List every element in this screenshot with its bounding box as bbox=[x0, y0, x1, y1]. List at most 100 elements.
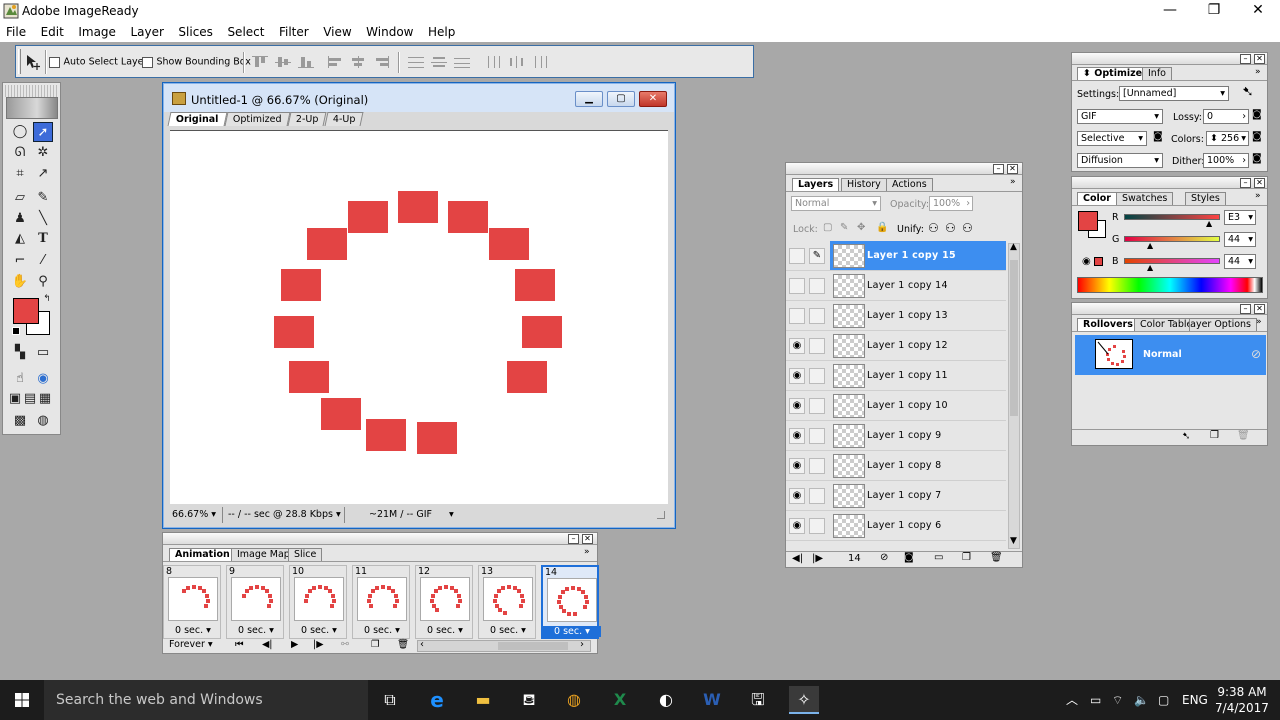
link-toggle[interactable] bbox=[809, 278, 825, 294]
tween-icon[interactable]: ⚯ bbox=[341, 639, 349, 650]
animation-frame[interactable]: 14 0 sec. ▾ bbox=[541, 565, 601, 639]
link-toggle[interactable] bbox=[809, 518, 825, 534]
previous-frame-icon[interactable]: ◀| bbox=[262, 639, 273, 650]
red-value-field[interactable]: E3 ▾ bbox=[1224, 210, 1256, 225]
eraser-tool-icon[interactable]: ▱ bbox=[10, 188, 30, 208]
eye-icon[interactable]: ◉ bbox=[789, 398, 805, 414]
recorder-app-icon[interactable]: ◐ bbox=[651, 686, 681, 714]
menu-select[interactable]: Select bbox=[221, 22, 269, 40]
layers-scroll-thumb[interactable] bbox=[1010, 260, 1018, 416]
colors-optimize-icon[interactable]: ◙ bbox=[1252, 131, 1262, 142]
eye-icon[interactable]: ◉ bbox=[789, 338, 805, 354]
menu-view[interactable]: View bbox=[317, 22, 356, 40]
volume-icon[interactable]: 🔈 bbox=[1134, 680, 1149, 720]
visibility-toggle[interactable] bbox=[789, 248, 805, 264]
link-toggle[interactable] bbox=[809, 428, 825, 444]
color-menu-icon[interactable]: » bbox=[1255, 191, 1261, 201]
link-toggle[interactable] bbox=[809, 398, 825, 414]
download-time-field[interactable]: -- / -- sec @ 28.8 Kbps ▾ bbox=[225, 507, 345, 523]
animation-frame[interactable]: 10 0 sec. ▾ bbox=[289, 565, 347, 639]
lock-position-icon[interactable]: ✥ bbox=[857, 222, 865, 233]
rollovers-close-button[interactable]: ✕ bbox=[1254, 304, 1265, 314]
layers-scrollbar[interactable]: ▲ ▼ bbox=[1008, 242, 1020, 549]
rollover-preview-icon[interactable]: ☝ bbox=[10, 369, 30, 389]
chrome-icon[interactable]: ◍ bbox=[559, 686, 589, 714]
tab-rollovers[interactable]: Rollovers bbox=[1077, 318, 1139, 331]
word-icon[interactable]: W bbox=[697, 686, 727, 714]
rollover-state-normal[interactable]: Normal ⊘ bbox=[1075, 335, 1266, 375]
tab-styles[interactable]: Styles bbox=[1185, 192, 1226, 205]
excel-icon[interactable]: X bbox=[605, 686, 635, 714]
paint-bucket-tool-icon[interactable]: ◭ bbox=[10, 229, 30, 249]
align-vertical-centers-icon[interactable] bbox=[275, 56, 291, 68]
unify-visibility-icon[interactable]: ⚇ bbox=[945, 221, 956, 235]
eyedropper-tool-icon[interactable]: ⁄ bbox=[33, 251, 53, 271]
windows-start-icon[interactable] bbox=[0, 680, 44, 720]
optimize-palette-title-bar[interactable]: – ✕ bbox=[1072, 53, 1267, 65]
image-canvas[interactable] bbox=[170, 130, 668, 504]
crop-tool-icon[interactable]: ⌐ bbox=[10, 251, 30, 271]
marquee-tool-icon[interactable]: ◯ bbox=[10, 122, 30, 142]
tab-slice[interactable]: Slice bbox=[288, 548, 323, 561]
imageready-taskbar-icon[interactable]: ✧ bbox=[789, 686, 819, 714]
menu-window[interactable]: Window bbox=[360, 22, 418, 40]
distribute-right-edges-icon[interactable] bbox=[532, 56, 548, 68]
notification-icon[interactable]: ▢ bbox=[1158, 680, 1169, 720]
eye-icon[interactable]: ◉ bbox=[789, 458, 805, 474]
layer-row[interactable]: ✎ Layer 1 copy 15 bbox=[786, 241, 1006, 271]
distribute-horizontal-centers-icon[interactable] bbox=[509, 56, 525, 68]
link-toggle[interactable] bbox=[809, 488, 825, 504]
optimize-menu-arrow-icon[interactable]: ➷ bbox=[1242, 84, 1254, 100]
loop-option[interactable]: Forever ▾ bbox=[169, 639, 213, 650]
tab-color[interactable]: Color bbox=[1077, 192, 1117, 205]
layer-effects-icon[interactable]: ⊘ bbox=[880, 552, 888, 563]
rollovers-minimize-button[interactable]: – bbox=[1240, 304, 1251, 314]
animation-frame[interactable]: 11 0 sec. ▾ bbox=[352, 565, 410, 639]
edge-browser-icon[interactable]: e bbox=[422, 686, 452, 714]
duplicate-frame-icon[interactable]: ❐ bbox=[371, 639, 380, 650]
next-frame-icon[interactable]: |▶ bbox=[313, 639, 324, 650]
layer-row[interactable]: Layer 1 copy 14 bbox=[786, 271, 1006, 301]
align-horizontal-centers-icon[interactable] bbox=[351, 56, 367, 68]
green-value-field[interactable]: 44 ▾ bbox=[1224, 232, 1256, 247]
menu-layer[interactable]: Layer bbox=[124, 22, 168, 40]
frame-scrollbar[interactable]: ‹ › bbox=[417, 639, 591, 652]
optimize-close-button[interactable]: ✕ bbox=[1254, 54, 1265, 64]
tab-history[interactable]: History bbox=[841, 178, 887, 191]
full-screen-mode-icon[interactable]: ▦ bbox=[38, 389, 52, 409]
next-frame-icon[interactable]: |▶ bbox=[812, 553, 823, 564]
animation-frame[interactable]: 8 0 sec. ▾ bbox=[163, 565, 221, 639]
wifi-icon[interactable]: ⌔ bbox=[1112, 680, 1123, 720]
animation-minimize-button[interactable]: – bbox=[568, 534, 579, 544]
tab-4-up[interactable]: 4-Up bbox=[324, 112, 365, 126]
layer-row[interactable]: ◉ Layer 1 copy 12 bbox=[786, 331, 1006, 361]
frame-delay[interactable]: 0 sec. ▾ bbox=[164, 625, 222, 636]
file-explorer-icon[interactable]: ▬ bbox=[468, 686, 498, 714]
new-state-icon[interactable]: ❐ bbox=[1210, 430, 1219, 441]
tab-swatches[interactable]: Swatches bbox=[1116, 192, 1174, 205]
color-palette-title-bar[interactable]: – ✕ bbox=[1072, 177, 1267, 189]
lossy-field[interactable]: 0 › bbox=[1203, 109, 1249, 124]
slice-select-tool-icon[interactable]: ↗ bbox=[33, 164, 53, 184]
optimize-minimize-button[interactable]: – bbox=[1240, 54, 1251, 64]
align-right-edges-icon[interactable] bbox=[374, 56, 390, 68]
auto-select-layer-option[interactable]: Auto Select Layer bbox=[49, 55, 147, 68]
animation-frame[interactable]: 12 0 sec. ▾ bbox=[415, 565, 473, 639]
previous-frame-icon[interactable]: ◀| bbox=[792, 553, 803, 564]
blue-slider-thumb[interactable]: ▲ bbox=[1147, 264, 1153, 272]
red-slider[interactable]: ▲ bbox=[1124, 214, 1220, 228]
show-hidden-icons[interactable]: ︿ bbox=[1066, 680, 1078, 720]
optimize-menu-icon[interactable]: » bbox=[1255, 67, 1261, 77]
frame-delay[interactable]: 0 sec. ▾ bbox=[353, 625, 411, 636]
language-indicator[interactable]: ENG bbox=[1182, 680, 1208, 720]
brush-icon[interactable]: ✎ bbox=[809, 248, 825, 264]
opacity-field[interactable]: 100% › bbox=[929, 196, 973, 211]
animation-frame[interactable]: 9 0 sec. ▾ bbox=[226, 565, 284, 639]
menu-image[interactable]: Image bbox=[72, 22, 121, 40]
magic-wand-tool-icon[interactable]: ✲ bbox=[33, 143, 53, 163]
type-tool-icon[interactable]: T bbox=[33, 229, 53, 249]
blue-value-field[interactable]: 44 ▾ bbox=[1224, 254, 1256, 269]
colors-stepper-icon[interactable]: ⬍ bbox=[1210, 133, 1218, 144]
standard-screen-mode-icon[interactable]: ▣ bbox=[8, 389, 22, 409]
options-bar-grip[interactable] bbox=[18, 49, 21, 74]
